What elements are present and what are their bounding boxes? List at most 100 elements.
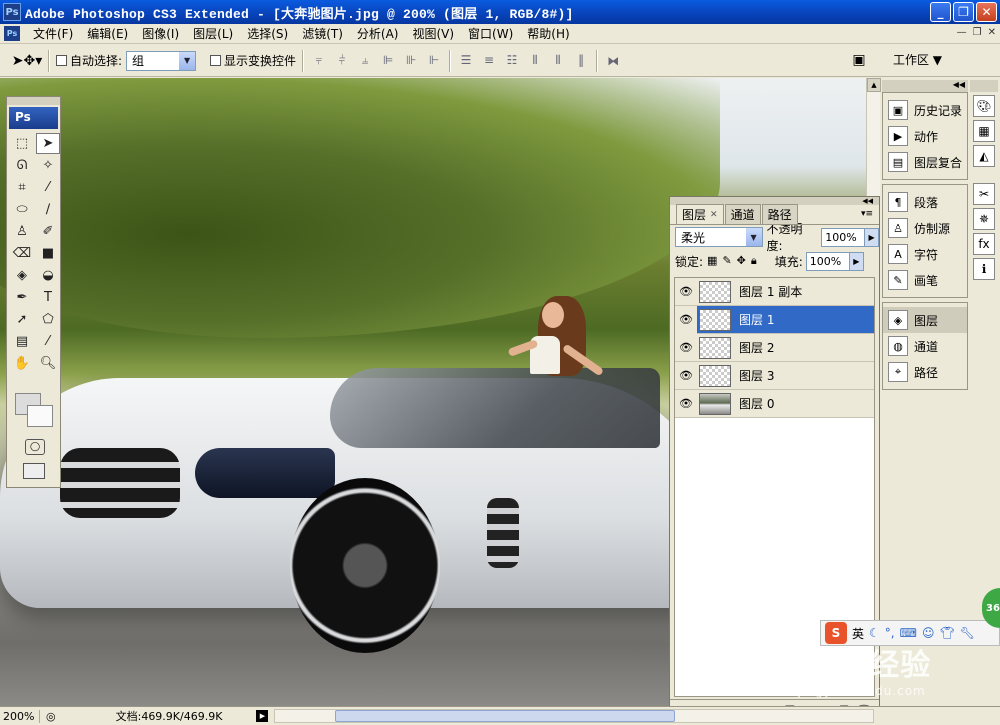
align-bottom-icon[interactable]: ⫨ (356, 53, 374, 68)
opacity-input[interactable]: 100% (821, 227, 866, 247)
distribute-left-icon[interactable]: ⫴ (526, 53, 544, 68)
tool-presets-icon[interactable]: ✂ (973, 183, 995, 205)
auto-select-checkbox[interactable] (56, 55, 67, 66)
scroll-up-icon[interactable]: ▲ (867, 78, 881, 92)
icon-column-grip[interactable] (970, 80, 998, 92)
fill-slider-icon[interactable]: ▶ (849, 251, 864, 271)
layer-row[interactable]: 👁︎ 图层 2 (675, 334, 874, 362)
move-tool-preset-icon[interactable]: ➤✥▾ (12, 49, 43, 73)
maximize-button[interactable]: ❐ (953, 2, 974, 22)
eye-icon[interactable]: 👁︎ (675, 397, 697, 410)
lock-position-icon[interactable]: ✥ (737, 254, 746, 268)
dock-item-history[interactable]: ▣ 历史记录 (883, 97, 967, 123)
distribute-vcenter-icon[interactable]: ≡ (480, 53, 498, 68)
photoshop-app-icon[interactable]: Ps (3, 3, 21, 21)
close-icon[interactable]: ✕ (710, 210, 718, 220)
dock-item-channels[interactable]: ◍ 通道 (883, 333, 967, 359)
distribute-top-icon[interactable]: ☰ (457, 53, 475, 68)
color-palette-icon[interactable]: 🎨︎ (973, 95, 995, 117)
lock-pixels-icon[interactable]: ✎ (722, 254, 731, 268)
hand-tool-icon[interactable]: ✋ (10, 353, 34, 374)
dock-item-layers[interactable]: ◈ 图层 (883, 307, 967, 333)
auto-align-layers-icon[interactable]: ⧓ (604, 54, 622, 68)
gradient-tool-icon[interactable]: ■ (36, 243, 60, 264)
lasso-tool-icon[interactable]: ᘏ (10, 155, 34, 176)
lock-transparency-icon[interactable]: ▦ (707, 254, 717, 268)
dock-item-actions[interactable]: ▶ 动作 (883, 123, 967, 149)
horizontal-scrollbar[interactable] (274, 709, 875, 723)
eyedropper-tool-icon[interactable]: ⁄ (36, 177, 60, 198)
styles-fx-icon[interactable]: fx (973, 233, 995, 255)
fill-input[interactable]: 100% (805, 251, 850, 271)
info-icon[interactable]: ℹ (973, 258, 995, 280)
dodge-tool-icon[interactable]: ◒ (36, 265, 60, 286)
menu-select[interactable]: 选择(S) (240, 25, 295, 42)
align-hcenter-icon[interactable]: ⊪ (402, 53, 420, 68)
tab-paths[interactable]: 路径 (761, 204, 798, 224)
dock-item-clone-source[interactable]: ♙ 仿制源 (883, 215, 967, 241)
healing-brush-tool-icon[interactable]: ⬭ (10, 199, 34, 220)
bridge-icon[interactable]: ▣ (848, 51, 870, 69)
user-icon[interactable]: ☺ (922, 626, 935, 640)
custom-shape-tool-icon[interactable]: ⬠ (36, 309, 60, 330)
menu-file[interactable]: 文件(F) (26, 25, 80, 42)
close-button[interactable]: ✕ (976, 2, 997, 22)
lock-all-icon[interactable]: 🔒︎ (751, 254, 757, 268)
type-tool-icon[interactable]: T (36, 287, 60, 308)
navigator-icon[interactable]: ✵ (973, 208, 995, 230)
menu-window[interactable]: 窗口(W) (461, 25, 520, 42)
doc-restore-icon[interactable]: ❐ (973, 27, 982, 38)
swatches-icon[interactable]: ▦ (973, 120, 995, 142)
status-menu-icon[interactable]: ▶ (256, 710, 269, 722)
keyboard-icon[interactable]: ⌨ (900, 626, 917, 640)
minimize-button[interactable]: _ (930, 2, 951, 22)
notes-tool-icon[interactable]: ▤ (10, 331, 34, 352)
workspace-menu[interactable]: 工作区 ▼ (893, 51, 942, 68)
auto-select-dropdown[interactable]: 组 ▼ (126, 50, 197, 71)
layer-row-selected[interactable]: 👁︎ 图层 1 (675, 305, 874, 334)
crop-tool-icon[interactable]: ⌗ (10, 177, 34, 198)
eye-icon[interactable]: 👁︎ (675, 341, 697, 354)
menu-view[interactable]: 视图(V) (405, 25, 461, 42)
status-icon[interactable]: ◎ (46, 710, 56, 723)
dock-grip[interactable]: ◀◀ (882, 80, 968, 92)
align-left-icon[interactable]: ⊫ (379, 53, 397, 68)
dock-item-paragraph[interactable]: ¶ 段落 (883, 189, 967, 215)
brush-tool-icon[interactable]: ∕ (36, 199, 60, 220)
opacity-slider-icon[interactable]: ▶ (865, 227, 879, 247)
tab-layers[interactable]: 图层 ✕ (676, 204, 724, 224)
eye-icon[interactable]: 👁︎ (675, 369, 697, 382)
eyedropper-2-tool-icon[interactable]: ⁄ (36, 331, 60, 352)
distribute-right-icon[interactable]: ‖ (572, 53, 590, 68)
magic-wand-tool-icon[interactable]: ✧ (36, 155, 60, 176)
zoom-tool-icon[interactable]: 🔍︎ (36, 353, 60, 374)
menu-help[interactable]: 帮助(H) (520, 25, 576, 42)
blend-mode-dropdown[interactable]: 柔光 ▼ (675, 227, 763, 247)
history-brush-tool-icon[interactable]: ✐ (36, 221, 60, 242)
menu-image[interactable]: 图像(I) (135, 25, 186, 42)
menu-edit[interactable]: 编辑(E) (80, 25, 135, 42)
align-vcenter-icon[interactable]: ⫩ (333, 53, 351, 68)
clone-stamp-tool-icon[interactable]: ♙ (10, 221, 34, 242)
menu-filter[interactable]: 滤镜(T) (295, 25, 350, 42)
ime-mode-label[interactable]: 英 (852, 625, 864, 642)
document-icon[interactable]: Ps (4, 26, 20, 41)
skin-icon[interactable]: 👕︎ (939, 626, 954, 640)
doc-minimize-icon[interactable]: — (957, 27, 967, 38)
styles-icon[interactable]: ◭ (973, 145, 995, 167)
moon-icon[interactable]: ☾ (869, 626, 880, 640)
dock-item-brushes[interactable]: ✎ 画笔 (883, 267, 967, 293)
doc-close-icon[interactable]: ✕ (988, 27, 996, 38)
move-tool-icon[interactable]: ➤ (36, 133, 60, 154)
align-top-icon[interactable]: ⫧ (310, 53, 328, 68)
align-right-icon[interactable]: ⊩ (425, 53, 443, 68)
pen-tool-icon[interactable]: ✒ (10, 287, 34, 308)
dock-item-character[interactable]: A 字符 (883, 241, 967, 267)
dock-item-layer-comps[interactable]: ▤ 图层复合 (883, 149, 967, 175)
eye-icon[interactable]: 👁︎ (675, 285, 697, 298)
distribute-hcenter-icon[interactable]: ⦀ (549, 53, 567, 68)
tab-channels[interactable]: 通道 (724, 204, 761, 224)
layer-row[interactable]: 👁︎ 图层 3 (675, 362, 874, 390)
blur-tool-icon[interactable]: ◈ (10, 265, 34, 286)
quick-mask-icon[interactable]: ◯ (25, 439, 45, 455)
